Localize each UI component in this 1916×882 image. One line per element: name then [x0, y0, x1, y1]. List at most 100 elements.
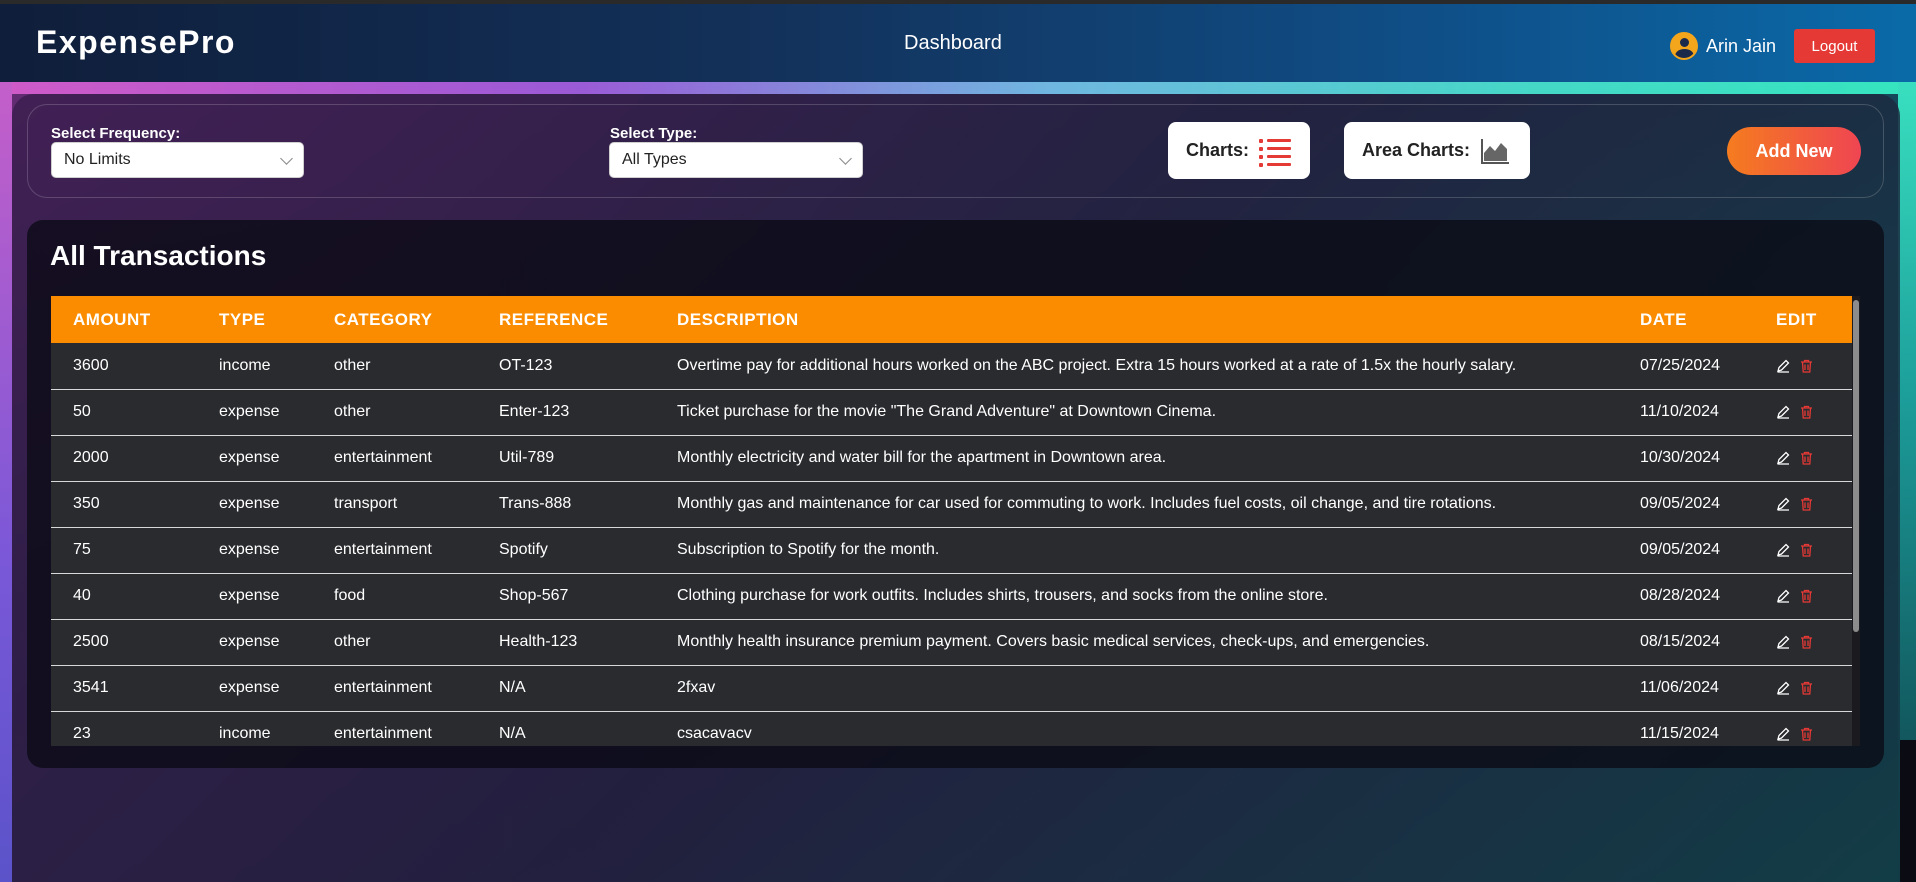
list-icon: [1259, 136, 1292, 167]
reference-cell: Trans-888: [499, 495, 572, 512]
edit-cell: [1776, 481, 1852, 527]
pencil-icon[interactable]: [1776, 727, 1790, 741]
edit-cell: [1776, 435, 1852, 481]
pencil-icon[interactable]: [1776, 405, 1790, 419]
date-cell: 09/05/2024: [1640, 541, 1721, 558]
date-cell: 11/06/2024: [1640, 679, 1719, 696]
description-cell: csacavacv: [677, 725, 752, 742]
type-cell: expense: [219, 587, 280, 604]
pencil-icon[interactable]: [1776, 497, 1790, 511]
pencil-icon[interactable]: [1776, 359, 1790, 373]
date-cell: 07/25/2024: [1640, 356, 1721, 374]
table-row[interactable]: 2500 expense other Health-123 Monthly he…: [51, 619, 1852, 665]
description-cell: Monthly gas and maintenance for car used…: [677, 495, 1497, 512]
reference-cell: Util-789: [499, 449, 555, 466]
column-header-category[interactable]: CATEGORY: [334, 296, 499, 343]
description-cell: Ticket purchase for the movie "The Grand…: [677, 403, 1217, 420]
pencil-icon[interactable]: [1776, 635, 1790, 649]
type-cell: expense: [219, 633, 280, 650]
type-cell: expense: [219, 495, 280, 512]
column-header-description[interactable]: DESCRIPTION: [677, 296, 1640, 343]
edit-cell: [1776, 389, 1852, 435]
type-cell: income: [219, 725, 271, 742]
amount-cell: 3600: [73, 356, 109, 374]
reference-cell: OT-123: [499, 356, 553, 374]
amount-cell: 75: [73, 541, 91, 558]
category-cell: entertainment: [334, 679, 432, 696]
transactions-table: AMOUNT TYPE CATEGORY REFERENCE DESCRIPTI…: [51, 296, 1852, 746]
description-cell: Monthly health insurance premium payment…: [677, 633, 1430, 650]
trash-icon[interactable]: [1800, 497, 1813, 511]
reference-cell: Enter-123: [499, 403, 570, 420]
pencil-icon[interactable]: [1776, 543, 1790, 557]
trash-icon[interactable]: [1800, 451, 1813, 465]
table-row[interactable]: 3541 expense entertainment N/A 2fxav 11/…: [51, 665, 1852, 711]
table-row[interactable]: 2000 expense entertainment Util-789 Mont…: [51, 435, 1852, 481]
category-cell: other: [334, 403, 371, 420]
table-row[interactable]: 50 expense other Enter-123 Ticket purcha…: [51, 389, 1852, 435]
type-cell: expense: [219, 449, 280, 466]
edit-cell: [1776, 343, 1852, 389]
reference-cell: Shop-567: [499, 587, 569, 604]
column-header-type[interactable]: TYPE: [219, 296, 334, 343]
transactions-table-container[interactable]: AMOUNT TYPE CATEGORY REFERENCE DESCRIPTI…: [51, 296, 1852, 746]
description-cell: Overtime pay for additional hours worked…: [677, 356, 1517, 374]
column-header-date[interactable]: DATE: [1640, 296, 1776, 343]
add-new-button[interactable]: Add New: [1727, 127, 1861, 175]
chevron-down-icon: [280, 152, 293, 165]
table-row[interactable]: 23 income entertainment N/A csacavacv 11…: [51, 711, 1852, 746]
category-cell: other: [334, 633, 371, 650]
table-row[interactable]: 40 expense food Shop-567 Clothing purcha…: [51, 573, 1852, 619]
type-select[interactable]: All Types: [609, 142, 863, 178]
trash-icon[interactable]: [1800, 635, 1813, 649]
frequency-select[interactable]: No Limits: [51, 142, 304, 178]
category-cell: entertainment: [334, 725, 432, 742]
area-charts-button[interactable]: Area Charts:: [1344, 122, 1530, 179]
reference-cell: Spotify: [499, 541, 548, 558]
user-circle-icon: [1670, 32, 1698, 60]
frequency-select-value: No Limits: [64, 151, 131, 168]
charts-button[interactable]: Charts:: [1168, 122, 1310, 179]
date-cell: 08/15/2024: [1640, 633, 1721, 650]
column-header-amount[interactable]: AMOUNT: [51, 296, 219, 343]
description-cell: Subscription to Spotify for the month.: [677, 541, 940, 558]
trash-icon[interactable]: [1800, 543, 1813, 557]
category-cell: transport: [334, 495, 398, 512]
type-cell: expense: [219, 679, 280, 696]
amount-cell: 2000: [73, 449, 109, 466]
logout-button[interactable]: Logout: [1794, 29, 1875, 63]
column-header-reference[interactable]: REFERENCE: [499, 296, 677, 343]
date-cell: 11/15/2024: [1640, 725, 1719, 742]
type-cell: expense: [219, 541, 280, 558]
table-row[interactable]: 75 expense entertainment Spotify Subscri…: [51, 527, 1852, 573]
trash-icon[interactable]: [1800, 405, 1813, 419]
amount-cell: 2500: [73, 633, 109, 650]
filter-bar: [27, 104, 1884, 198]
trash-icon[interactable]: [1800, 727, 1813, 741]
brand-logo[interactable]: ExpensePro: [36, 24, 236, 61]
date-cell: 09/05/2024: [1640, 495, 1721, 512]
top-navbar: ExpensePro Dashboard Arin Jain Logout: [0, 0, 1916, 82]
category-cell: entertainment: [334, 541, 432, 558]
pencil-icon[interactable]: [1776, 589, 1790, 603]
description-cell: Monthly electricity and water bill for t…: [677, 449, 1167, 466]
table-scrollbar-thumb[interactable]: [1853, 300, 1859, 632]
reference-cell: Health-123: [499, 633, 578, 650]
description-cell: Clothing purchase for work outfits. Incl…: [677, 587, 1328, 604]
table-row[interactable]: 350 expense transport Trans-888 Monthly …: [51, 481, 1852, 527]
date-cell: 08/28/2024: [1640, 587, 1721, 604]
user-name: Arin Jain: [1706, 35, 1777, 56]
user-profile[interactable]: Arin Jain: [1670, 32, 1776, 60]
pencil-icon[interactable]: [1776, 451, 1790, 465]
charts-label: Charts:: [1186, 140, 1250, 160]
table-row[interactable]: 3600 income other OT-123 Overtime pay fo…: [51, 343, 1852, 389]
edit-cell: [1776, 573, 1852, 619]
amount-cell: 3541: [73, 679, 109, 696]
trash-icon[interactable]: [1800, 359, 1813, 373]
column-header-edit: EDIT: [1776, 309, 1817, 329]
trash-icon[interactable]: [1800, 681, 1813, 695]
pencil-icon[interactable]: [1776, 681, 1790, 695]
type-cell: income: [219, 356, 271, 374]
frequency-label: Select Frequency:: [51, 125, 181, 142]
trash-icon[interactable]: [1800, 589, 1813, 603]
